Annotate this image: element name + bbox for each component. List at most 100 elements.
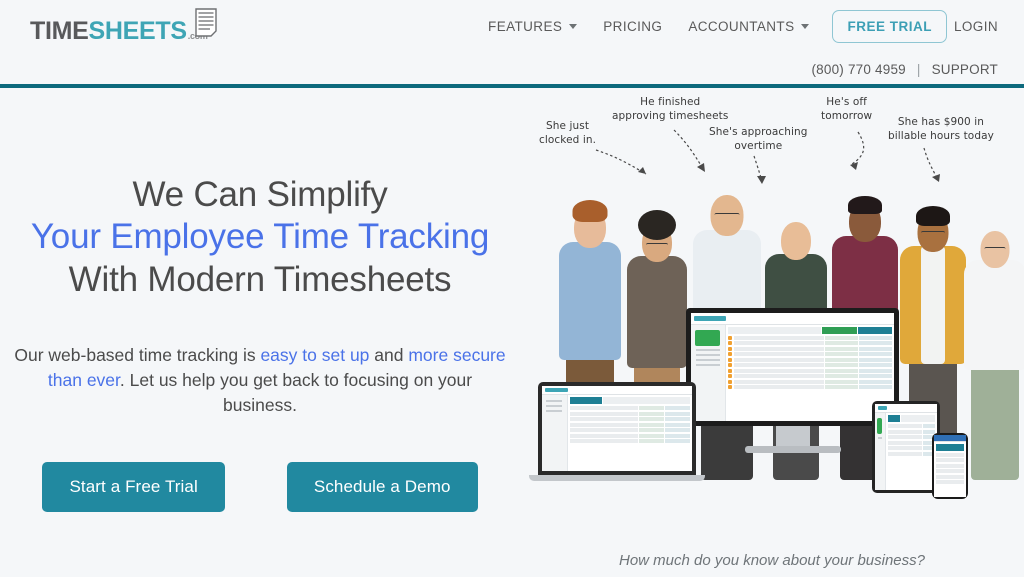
tablet-timesheet-ui [875, 404, 937, 490]
phone-number[interactable]: (800) 770 4959 [811, 62, 905, 77]
subtext-link-easy-setup[interactable]: easy to set up [260, 345, 369, 365]
logo-text-sheets: SHEETS [88, 17, 188, 45]
detail-logo [545, 388, 569, 393]
table-header-row [727, 326, 892, 334]
person-7 [960, 202, 1024, 480]
table-row [727, 341, 892, 346]
table-row [727, 385, 892, 390]
hero-image-caption: How much do you know about your business… [618, 552, 925, 569]
table-row [727, 346, 892, 351]
person-6-hair [916, 206, 950, 226]
hero-section: We Can Simplify Your Employee Time Track… [0, 88, 1024, 577]
dashboard-logo [694, 315, 726, 322]
table-header-row [936, 443, 964, 451]
annotation-line-2: clocked in. [539, 133, 597, 146]
sidebar-item[interactable] [546, 400, 563, 403]
list-item [936, 469, 964, 474]
table-header-cell [569, 397, 602, 405]
status-badge [727, 352, 732, 357]
annotation-line-1: He finished [640, 96, 701, 108]
table-row [887, 424, 935, 429]
person-5-hair [848, 196, 882, 214]
annotation-line-1: She has $900 in [897, 116, 985, 128]
tablet-mockup [872, 401, 940, 493]
clock-in-button[interactable] [695, 329, 721, 346]
sidebar-item[interactable] [695, 348, 720, 351]
status-badge [727, 363, 732, 368]
list-item [936, 452, 964, 457]
chevron-down-icon [569, 23, 578, 29]
person-1-hair [572, 200, 608, 222]
timesheet-document-icon [194, 8, 218, 38]
sidebar-item[interactable] [695, 363, 720, 366]
table-row [569, 411, 691, 416]
desktop-monitor-mockup [686, 308, 899, 453]
status-badge [727, 374, 732, 379]
table-row [887, 451, 935, 456]
tablet-sidebar [875, 413, 886, 490]
mobile-topbar [934, 435, 966, 442]
support-link[interactable]: SUPPORT [932, 62, 998, 77]
annotation-line-1: She just [546, 120, 590, 132]
sidebar-item[interactable] [546, 405, 563, 408]
hero-cta-row: Start a Free Trial Schedule a Demo [0, 462, 520, 513]
person-3-glasses-icon [714, 213, 740, 218]
person-7-glasses-icon [984, 247, 1006, 252]
free-trial-button[interactable]: FREE TRIAL [832, 9, 947, 43]
site-logo[interactable]: TIMESHEETS.com [30, 8, 218, 44]
nav-label-features: FEATURES [488, 18, 563, 34]
detail-topbar [542, 386, 692, 396]
table-header-cell [822, 326, 857, 334]
clock-in-button[interactable] [877, 418, 883, 435]
status-badge [727, 385, 732, 390]
person-2-hair [638, 210, 676, 240]
sidebar-item[interactable] [546, 410, 563, 413]
nav-item-features[interactable]: FEATURES [475, 19, 590, 34]
annotation-line-1: She's approaching [709, 126, 808, 138]
sidebar-item[interactable] [877, 437, 882, 440]
table-header-cell [602, 397, 690, 405]
dashboard-body [691, 324, 895, 421]
tablet-topbar [875, 404, 937, 414]
headline-line-3: With Modern Timesheets [68, 259, 452, 299]
mobile-list [934, 442, 966, 497]
nav-item-accountants[interactable]: ACCOUNTANTS [675, 19, 822, 34]
annotation-line-1: He's off [826, 96, 867, 108]
sidebar-item[interactable] [695, 358, 720, 361]
monitor-base [744, 446, 841, 453]
phone-screen [932, 433, 968, 499]
detail-sidebar [542, 395, 568, 471]
hero-subtext: Our web-based time tracking is easy to s… [0, 343, 520, 418]
table-row [727, 352, 892, 357]
dashboard-table [726, 325, 895, 421]
person-2-torso [627, 256, 687, 368]
list-item [936, 480, 964, 485]
page-title: We Can Simplify Your Employee Time Track… [0, 174, 520, 301]
table-row [727, 335, 892, 340]
table-row [569, 428, 691, 433]
dashboard-topbar [691, 313, 894, 325]
list-item [936, 474, 964, 479]
person-6-inner-shirt [921, 246, 945, 364]
tablet-table [886, 413, 937, 490]
annotation-billable-hours: She has $900 in billable hours today [888, 116, 994, 144]
table-row [727, 363, 892, 368]
table-row [887, 435, 935, 440]
monitor-screen [686, 308, 899, 426]
status-badge [727, 368, 732, 373]
table-row [887, 440, 935, 445]
table-row [569, 406, 691, 411]
sidebar-item[interactable] [695, 353, 720, 356]
table-row [887, 446, 935, 451]
contact-separator: | [916, 62, 921, 77]
login-link[interactable]: LOGIN [954, 19, 1010, 34]
laptop-base [529, 475, 705, 481]
start-free-trial-button[interactable]: Start a Free Trial [42, 462, 225, 513]
person-4-head [781, 222, 811, 260]
tablet-screen [872, 401, 940, 493]
table-row [727, 368, 892, 373]
nav-label-pricing: PRICING [603, 18, 663, 34]
schedule-demo-button[interactable]: Schedule a Demo [286, 462, 478, 513]
nav-item-pricing[interactable]: PRICING [590, 19, 675, 34]
table-header-row [569, 397, 690, 405]
